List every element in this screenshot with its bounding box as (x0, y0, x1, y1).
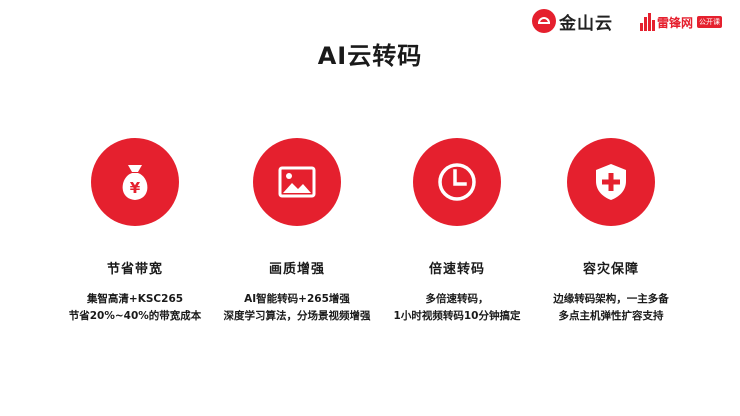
feature-desc-line: 节省20%~40%的带宽成本 (68, 310, 202, 322)
clock-icon (438, 163, 476, 201)
feature-title: 倍速转码 (428, 262, 485, 277)
leiphone-bars-icon (640, 13, 655, 31)
feature-quality: 画质增强 AI智能转码+265增强 深度学习算法，分场景视频增强 (212, 138, 382, 325)
feature-icon-circle (413, 138, 501, 226)
feature-description: AI智能转码+265增强 深度学习算法，分场景视频增强 (224, 291, 371, 325)
svg-text:¥: ¥ (130, 179, 141, 197)
slide: 金山云 雷锋网 公开课 AI云转码 ¥ 节省带宽 集智高清+KSC265 节省2… (0, 0, 740, 416)
feature-description: 边缘转码架构，一主多备 多点主机弹性扩容支持 (553, 291, 669, 325)
feature-desc-line: 深度学习算法，分场景视频增强 (223, 310, 371, 322)
feature-icon-circle: ¥ (91, 138, 179, 226)
image-icon (278, 166, 316, 198)
slide-title: AI云转码 (317, 42, 423, 70)
leiphone-logo: 雷锋网 公开课 (640, 11, 723, 33)
feature-title: 节省带宽 (106, 262, 163, 277)
feature-description: 集智高清+KSC265 节省20%~40%的带宽成本 (69, 291, 202, 325)
feature-bandwidth: ¥ 节省带宽 集智高清+KSC265 节省20%~40%的带宽成本 (50, 138, 220, 325)
feature-desc-line: AI智能转码+265增强 (244, 293, 350, 305)
feature-desc-line: 集智高清+KSC265 (86, 293, 184, 305)
kingsoft-cloud-logo: 金山云 (532, 8, 613, 34)
money-bag-icon: ¥ (122, 165, 148, 200)
shield-plus-icon (596, 164, 626, 200)
feature-icon-circle (253, 138, 341, 226)
feature-icon-circle (567, 138, 655, 226)
feature-title: 画质增强 (268, 262, 325, 277)
feature-desc-line: 边缘转码架构，一主多备 (553, 293, 669, 305)
feature-disaster-recovery: 容灾保障 边缘转码架构，一主多备 多点主机弹性扩容支持 (526, 138, 696, 325)
feature-description: 多倍速转码， 1小时视频转码10分钟搞定 (394, 291, 521, 325)
feature-desc-line: 多点主机弹性扩容支持 (558, 310, 664, 322)
leiphone-badge: 公开课 (697, 16, 723, 28)
kingsoft-cloud-name: 金山云 (559, 13, 613, 34)
feature-desc-line: 1小时视频转码10分钟搞定 (393, 310, 521, 322)
leiphone-name: 雷锋网 (657, 15, 694, 30)
feature-speed: 倍速转码 多倍速转码， 1小时视频转码10分钟搞定 (372, 138, 542, 325)
kingsoft-cloud-icon (532, 9, 556, 33)
feature-desc-line: 多倍速转码， (425, 293, 489, 305)
feature-title: 容灾保障 (582, 262, 639, 277)
